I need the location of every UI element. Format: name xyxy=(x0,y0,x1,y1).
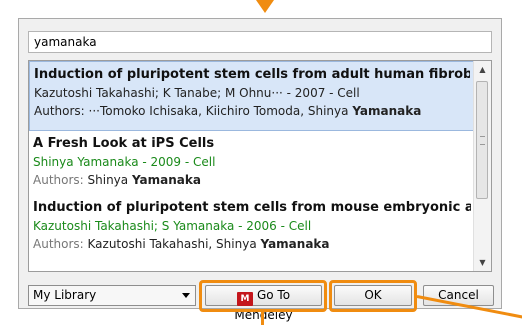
list-item[interactable]: Induction of pluripotent stem cells from… xyxy=(29,61,475,131)
results-list[interactable]: Induction of pluripotent stem cells from… xyxy=(28,60,492,272)
authors-names: ···Tomoko Ichisaka, Kiichiro Tomoda, Shi… xyxy=(88,104,353,118)
authors-names: Shinya xyxy=(87,173,132,187)
library-select[interactable]: My Library xyxy=(28,285,196,306)
results-items: Induction of pluripotent stem cells from… xyxy=(29,61,475,259)
list-item[interactable]: A Fresh Look at iPS Cells Shinya Yamanak… xyxy=(29,131,475,195)
vertical-scrollbar[interactable]: ▲ ▼ xyxy=(473,61,491,271)
library-select-value: My Library xyxy=(33,288,97,302)
callout-line-bottom xyxy=(261,312,264,325)
result-meta: Kazutoshi Takahashi; S Yamanaka - 2006 -… xyxy=(33,219,312,233)
callout-arrow-top xyxy=(256,0,274,13)
result-title: Induction of pluripotent stem cells from… xyxy=(33,200,471,215)
authors-match: Yamanaka xyxy=(131,173,201,187)
list-item[interactable]: Induction of pluripotent stem cells from… xyxy=(29,195,475,259)
result-authors: Authors: Shinya Yamanaka xyxy=(33,171,471,189)
authors-label: Authors: xyxy=(34,104,89,118)
result-meta: Kazutoshi Takahashi; K Tanabe; M Ohnu···… xyxy=(34,86,360,100)
authors-names: Kazutoshi Takahashi, Shinya xyxy=(87,237,261,251)
scrollbar-thumb[interactable] xyxy=(476,81,488,199)
result-title: A Fresh Look at iPS Cells xyxy=(33,136,215,151)
authors-label: Authors: xyxy=(33,173,88,187)
chevron-down-icon xyxy=(182,293,190,298)
grip-icon xyxy=(480,136,485,145)
authors-match: Yamanaka xyxy=(260,237,330,251)
authors-label: Authors: xyxy=(33,237,88,251)
result-authors: Authors: Kazutoshi Takahashi, Shinya Yam… xyxy=(33,235,471,253)
result-meta: Shinya Yamanaka - 2009 - Cell xyxy=(33,155,216,169)
highlight-go-to-mendeley xyxy=(199,280,327,312)
result-authors: Authors: ···Tomoko Ichisaka, Kiichiro To… xyxy=(34,102,470,120)
highlight-ok xyxy=(329,280,417,312)
up-arrow-icon[interactable]: ▲ xyxy=(474,61,491,78)
search-input[interactable] xyxy=(28,31,492,53)
down-arrow-icon[interactable]: ▼ xyxy=(474,254,491,271)
authors-match: Yamanaka xyxy=(352,104,422,118)
result-title: Induction of pluripotent stem cells from… xyxy=(34,67,470,82)
